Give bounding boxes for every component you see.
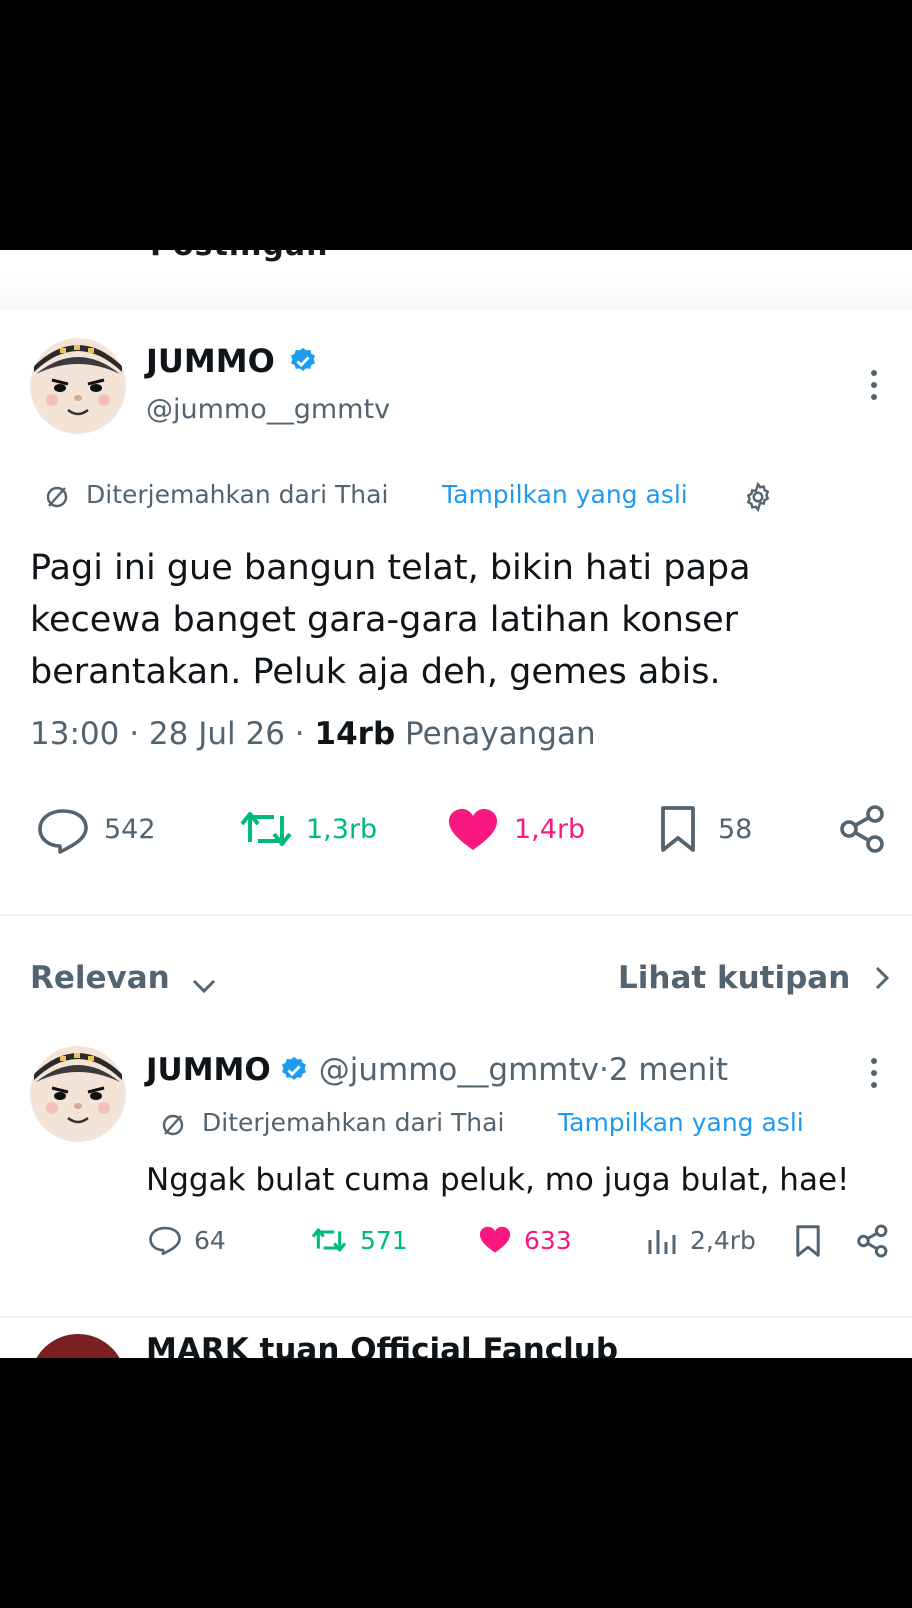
views-label: Penayangan <box>405 716 596 752</box>
page-title: Postingan <box>40 250 470 268</box>
like-heart-icon[interactable] <box>478 1224 512 1256</box>
show-original-link[interactable]: Tampilkan yang asli <box>442 480 688 509</box>
post-meta: 13:00 · 28 Jul 26 · 14rb Penayangan <box>30 716 596 752</box>
reply-icon[interactable] <box>36 806 90 854</box>
sort-label: Relevan <box>30 960 170 996</box>
post-body-line: berantakan. Peluk aja deh, gemes abis. <box>30 652 721 692</box>
translated-label: Diterjemahkan dari Thai <box>86 480 389 509</box>
view-quotes-label: Lihat kutipan <box>618 960 851 996</box>
next-reply-avatar[interactable] <box>30 1334 126 1358</box>
view-quotes-link[interactable]: Lihat kutipan <box>618 960 892 996</box>
author-handle[interactable]: @jummo__gmmtv <box>146 394 390 425</box>
reply-avatar[interactable] <box>30 1046 126 1142</box>
reply-like-count: 633 <box>524 1226 572 1255</box>
reply-header: JUMMO @jummo__gmmtv · 2 menit <box>146 1052 729 1088</box>
divider <box>0 1316 912 1318</box>
next-reply-preview[interactable]: MARK tuan Official Fanclub <box>0 1334 912 1358</box>
bookmark-icon[interactable] <box>794 1224 822 1258</box>
repost-icon[interactable] <box>238 808 294 850</box>
reply-author-name[interactable]: JUMMO <box>146 1052 271 1088</box>
reply-more-options-icon[interactable] <box>868 1056 880 1090</box>
post-time[interactable]: 13:00 <box>30 716 119 752</box>
verified-badge-icon <box>288 346 318 376</box>
bookmark-count: 58 <box>718 814 753 845</box>
repost-count: 1,3rb <box>306 814 378 845</box>
sort-dropdown[interactable]: Relevan <box>30 960 218 996</box>
reply-translated-label: Diterjemahkan dari Thai <box>202 1108 505 1137</box>
chevron-down-icon <box>190 968 218 994</box>
views-count: 14rb <box>314 716 396 752</box>
post-date[interactable]: 28 Jul 26 <box>149 716 285 752</box>
reply-count: 542 <box>104 814 156 845</box>
more-options-icon[interactable] <box>868 368 880 402</box>
views-chart-icon[interactable] <box>646 1226 678 1256</box>
share-icon[interactable] <box>856 1224 890 1258</box>
share-icon[interactable] <box>838 804 888 854</box>
avatar[interactable] <box>30 338 126 434</box>
next-reply-author-name[interactable]: MARK tuan Official Fanclub <box>146 1334 618 1358</box>
divider <box>0 914 912 916</box>
reply-time[interactable]: 2 menit <box>609 1052 728 1088</box>
author-name[interactable]: JUMMO <box>146 342 275 380</box>
translate-off-icon <box>44 484 70 510</box>
chevron-right-icon <box>872 964 892 992</box>
post-body-line: kecewa banget gara-gara latihan konser <box>30 600 739 640</box>
translation-settings-gear-icon[interactable] <box>742 481 774 513</box>
like-heart-icon[interactable] <box>446 806 500 854</box>
reply-icon[interactable] <box>148 1224 182 1256</box>
reply-show-original-link[interactable]: Tampilkan yang asli <box>558 1108 804 1137</box>
tweet-detail-view: Postingan JUMMO @jummo__gmmtv Diterjemah… <box>0 250 912 1358</box>
reply-views-count: 2,4rb <box>690 1226 756 1255</box>
bookmark-icon[interactable] <box>658 804 698 854</box>
post-body-line: Pagi ini gue bangun telat, bikin hati pa… <box>30 548 751 588</box>
reply-body: Nggak bulat cuma peluk, mo juga bulat, h… <box>146 1162 850 1198</box>
like-count: 1,4rb <box>514 814 586 845</box>
post-body: Pagi ini gue bangun telat, bikin hati pa… <box>30 542 890 698</box>
repost-icon[interactable] <box>310 1226 348 1254</box>
reply-reply-count: 64 <box>194 1226 226 1255</box>
reply-repost-count: 571 <box>360 1226 408 1255</box>
verified-badge-icon <box>279 1055 309 1085</box>
translate-off-icon <box>160 1112 186 1138</box>
reply-handle[interactable]: @jummo__gmmtv <box>319 1052 599 1088</box>
